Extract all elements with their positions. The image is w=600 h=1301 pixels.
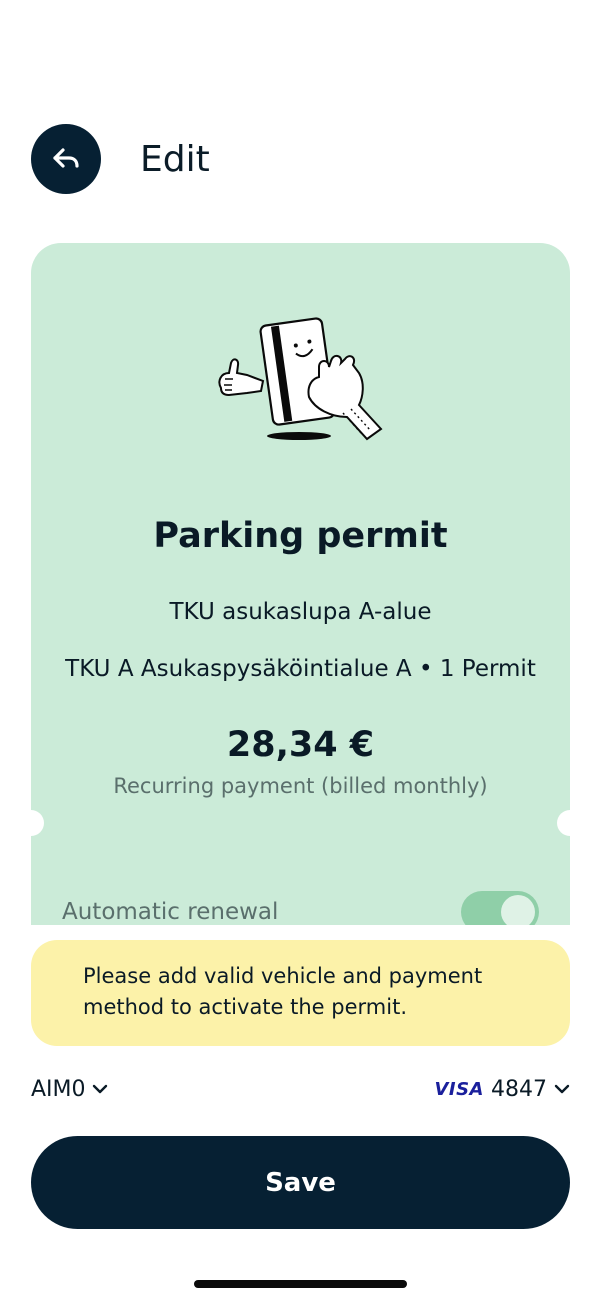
page-title: Edit xyxy=(140,139,210,180)
visa-logo: VISA xyxy=(434,1078,484,1100)
vehicle-plate: AIM0 xyxy=(31,1076,86,1102)
automatic-renewal-label: Automatic renewal xyxy=(62,899,279,925)
permit-title: Parking permit xyxy=(153,516,448,556)
permit-name: TKU asukaslupa A-alue xyxy=(169,599,432,625)
save-button[interactable]: Save xyxy=(31,1136,570,1229)
billing-description: Recurring payment (billed monthly) xyxy=(113,774,488,798)
home-indicator xyxy=(194,1280,407,1288)
ticket-notch-right xyxy=(557,810,583,836)
activation-warning: Please add valid vehicle and payment met… xyxy=(31,940,570,1046)
permit-area: TKU A Asukaspysäköintialue A • 1 Permit xyxy=(65,656,536,682)
vehicle-selector[interactable]: AIM0 xyxy=(31,1074,108,1104)
permit-price: 28,34 € xyxy=(226,725,375,765)
card-last-four: 4847 xyxy=(491,1076,547,1102)
payment-method-selector[interactable]: VISA 4847 xyxy=(434,1074,570,1104)
back-button[interactable] xyxy=(31,124,101,194)
automatic-renewal-toggle[interactable] xyxy=(461,891,539,925)
ticket-notch-left xyxy=(18,810,44,836)
permit-card: Parking permit TKU asukaslupa A-alue TKU… xyxy=(31,243,570,925)
toggle-knob xyxy=(501,895,535,925)
chevron-down-icon xyxy=(92,1084,107,1094)
reply-arrow-icon xyxy=(53,148,79,168)
card-payment-illustration xyxy=(218,317,383,441)
chevron-down-icon xyxy=(554,1084,570,1094)
